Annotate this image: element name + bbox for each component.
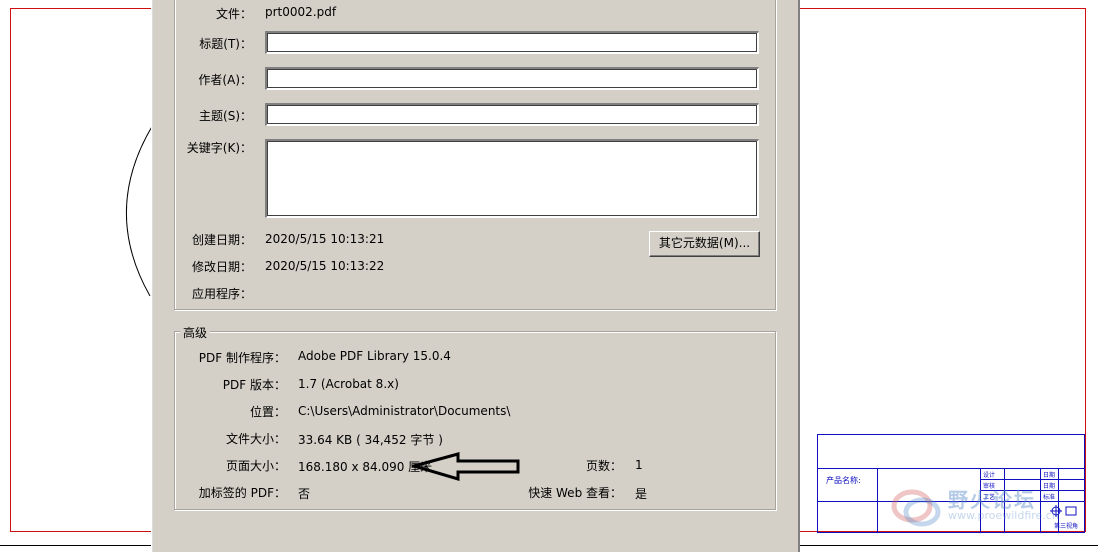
forum-watermark: 野火论坛 www.proewildfire.cn (890, 484, 1090, 534)
page-size-label: 页面大小： (225, 459, 286, 473)
location-label: 位置： (249, 405, 286, 419)
subject-field[interactable] (265, 103, 759, 126)
file-size-value: 33.64 KB ( 34,452 字节 ) (298, 433, 443, 447)
tagged-pdf-value: 否 (298, 487, 311, 501)
file-label: 文件： (215, 7, 252, 21)
pdf-producer-value: Adobe PDF Library 15.0.4 (298, 349, 451, 363)
created-date-label: 创建日期： (191, 233, 252, 247)
author-field[interactable] (265, 67, 759, 90)
author-label: 作者(A)： (198, 73, 252, 87)
keywords-field[interactable] (265, 139, 759, 218)
advanced-group-title: 高级 (180, 324, 211, 341)
tb-design-label: 设计 (983, 472, 996, 479)
application-label: 应用程序： (191, 287, 252, 301)
page-count-label: 页数： (585, 459, 622, 473)
keywords-label: 关键字(K)： (186, 141, 252, 155)
fast-web-view-value: 是 (635, 487, 648, 501)
modified-date-value: 2020/5/15 10:13:22 (265, 259, 385, 273)
file-value: prt0002.pdf (265, 5, 337, 19)
created-date-value: 2020/5/15 10:13:21 (265, 232, 385, 246)
file-size-label: 文件大小： (225, 432, 286, 446)
fast-web-view-label: 快速 Web 查看： (528, 486, 622, 500)
pdf-version-label: PDF 版本： (222, 378, 286, 392)
page-count-value: 1 (635, 458, 643, 472)
pdf-version-value: 1.7 (Acrobat 8.x) (298, 377, 399, 391)
tagged-pdf-label: 加标签的 PDF： (198, 486, 286, 500)
title-label: 标题(T)： (199, 37, 252, 51)
tb-date-label: 日期 (1043, 472, 1056, 479)
pdf-producer-label: PDF 制作程序： (198, 351, 286, 365)
location-value: C:\Users\Administrator\Documents\ (298, 404, 511, 418)
product-name-label: 产品名称: (826, 476, 861, 485)
subject-label: 主题(S)： (199, 109, 252, 123)
watermark-url: www.proewildfire.cn (948, 509, 1059, 522)
annotation-arrow-icon (412, 452, 520, 481)
title-field[interactable] (265, 31, 759, 54)
modified-date-label: 修改日期： (191, 260, 252, 274)
more-metadata-button[interactable]: 其它元数据(M)... (649, 231, 760, 257)
watermark-logo-icon (891, 489, 941, 527)
